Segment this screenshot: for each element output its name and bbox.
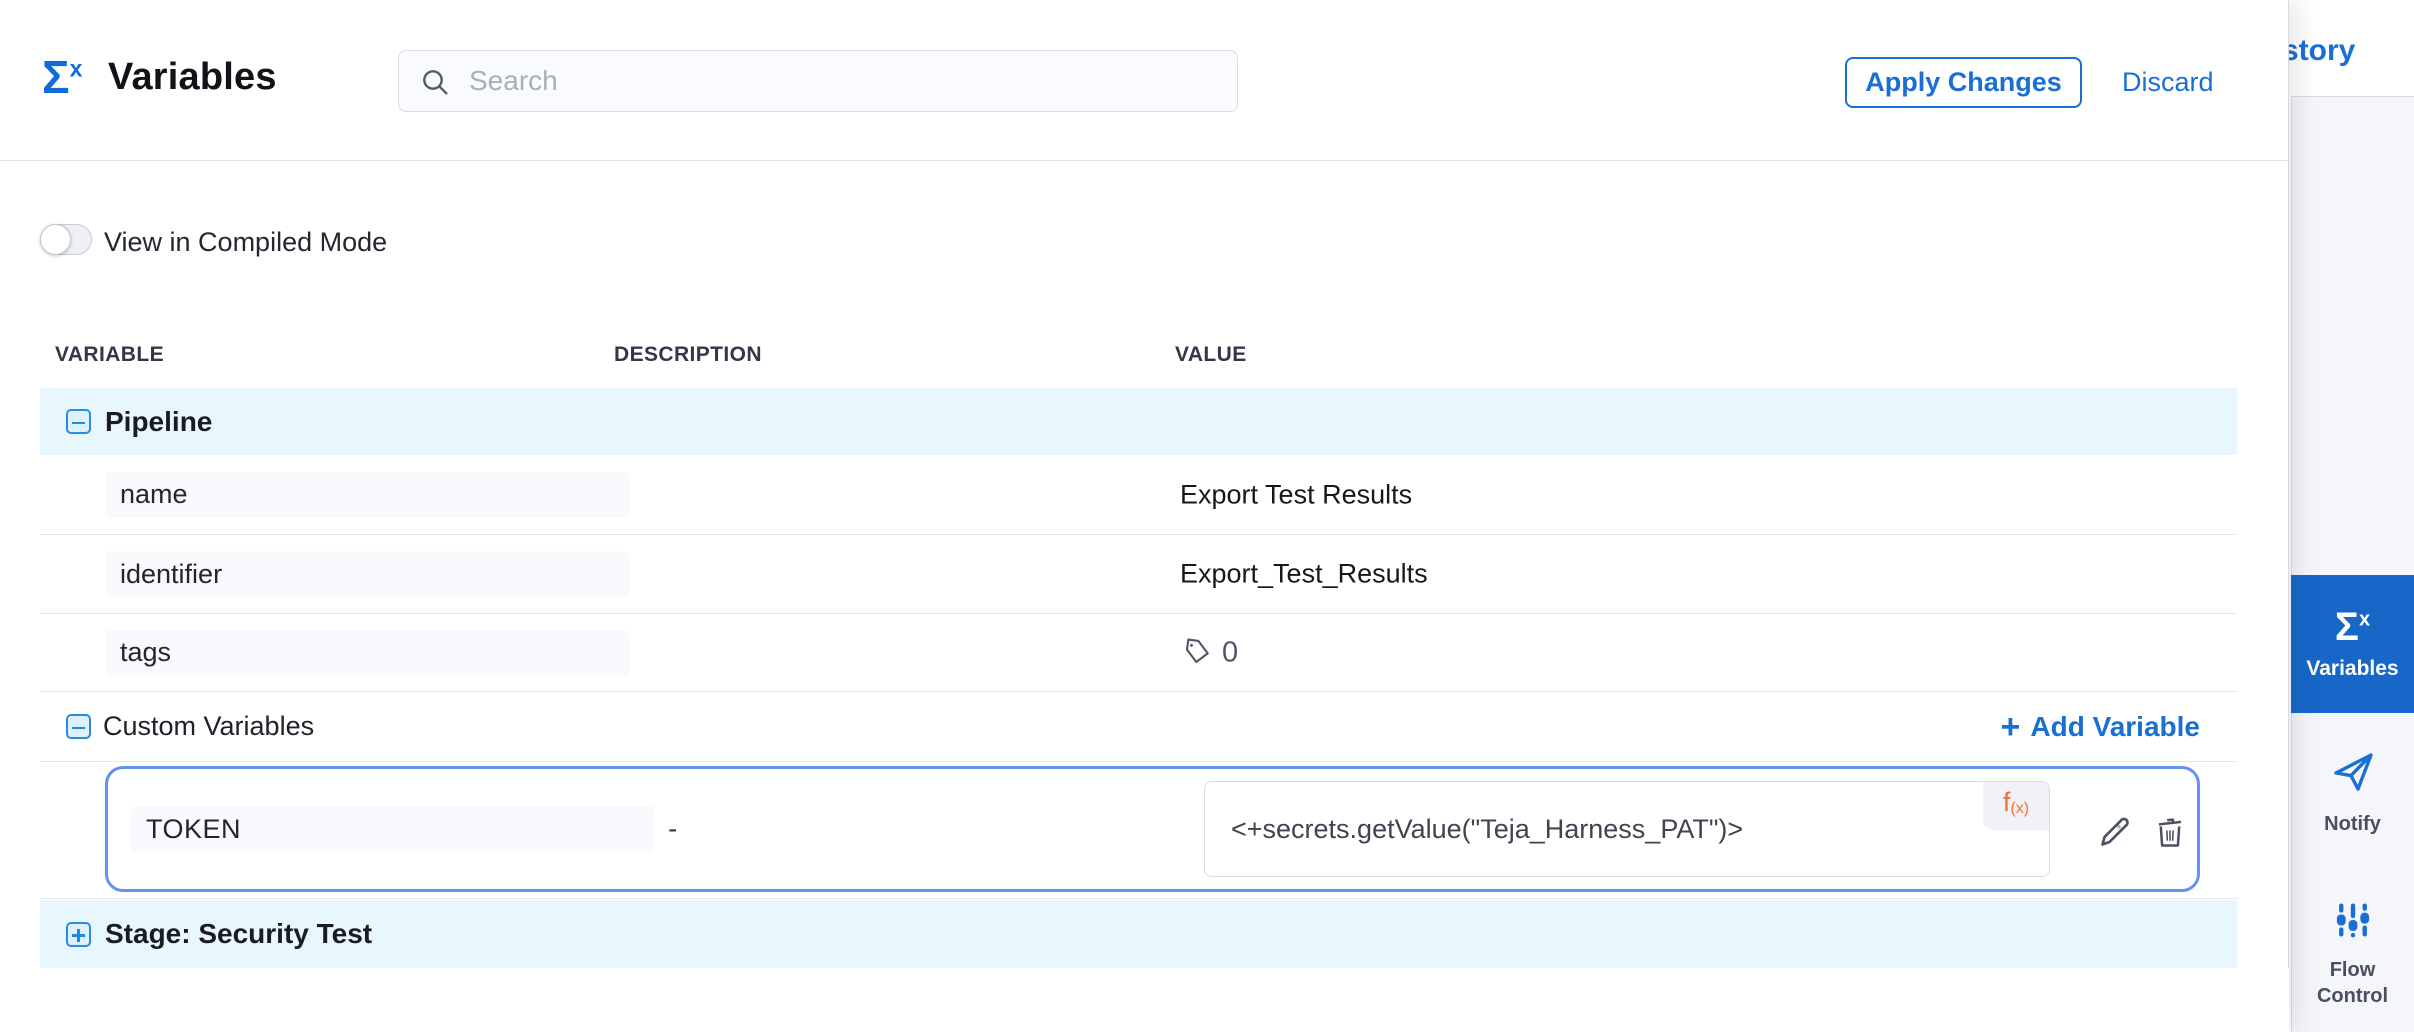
collapse-minus-icon[interactable]: [66, 409, 91, 434]
sliders-icon: [2331, 898, 2375, 947]
sigma-x-icon: Σx: [42, 54, 82, 100]
section-pipeline: Pipeline: [40, 388, 2237, 455]
plus-icon: +: [2001, 710, 2021, 744]
section-label: Custom Variables: [103, 711, 314, 742]
column-header-description: DESCRIPTION: [614, 343, 762, 367]
variable-name: tags: [120, 637, 171, 668]
paper-plane-icon: [2329, 748, 2377, 801]
section-stage-security-test: Stage: Security Test: [40, 900, 2237, 968]
section-label: Pipeline: [105, 406, 212, 438]
custom-variable-row-zone: TOKEN - <+secrets.getValue("Teja_Harness…: [40, 762, 2237, 899]
table-row: name Export Test Results: [40, 455, 2237, 535]
tag-icon: [1180, 637, 1212, 669]
tags-count: 0: [1222, 636, 1238, 669]
studio-right-toolbar: [2291, 96, 2414, 1032]
section-label: Stage: Security Test: [105, 918, 372, 950]
expression-value: <+secrets.getValue("Teja_Harness_PAT")>: [1231, 782, 1743, 876]
variable-name: name: [120, 479, 188, 510]
sidebar-item-notify[interactable]: Notify: [2291, 748, 2414, 837]
panel-bottom-space: [0, 968, 2289, 1032]
delete-variable-button[interactable]: [2148, 810, 2192, 854]
variables-panel: Σx Variables Apply Changes Discard View …: [0, 0, 2289, 1032]
page-title: Variables: [108, 56, 277, 99]
history-link-clipped[interactable]: story: [2282, 34, 2355, 68]
variable-name: TOKEN: [146, 814, 241, 845]
toggle-knob: [40, 224, 71, 255]
variable-name-chip: TOKEN: [131, 806, 655, 852]
sidebar-item-label: Notify: [2324, 811, 2381, 837]
fx-expression-badge[interactable]: f(x): [1983, 782, 2049, 830]
column-header-value: VALUE: [1175, 343, 1247, 367]
variable-value: Export_Test_Results: [1180, 559, 1428, 590]
apply-changes-button[interactable]: Apply Changes: [1845, 57, 2082, 108]
compiled-mode-toggle[interactable]: [40, 224, 92, 255]
sidebar-item-flow-control[interactable]: Flow Control: [2291, 898, 2414, 1009]
expand-plus-icon[interactable]: [66, 922, 91, 947]
screen: story Σx Variables Notify Flow Control Σ…: [0, 0, 2414, 1032]
sigma-x-icon: Σx: [2335, 607, 2370, 647]
panel-header: Σx Variables Apply Changes Discard: [0, 0, 2288, 161]
search-input[interactable]: [467, 51, 1217, 111]
search-box: [398, 50, 1238, 112]
pencil-icon: [2095, 812, 2135, 852]
tags-value: 0: [1180, 636, 1238, 669]
edit-variable-button[interactable]: [2093, 810, 2137, 854]
sidebar-item-variables[interactable]: Σx Variables: [2291, 575, 2414, 713]
variable-name-chip: name: [105, 472, 629, 518]
variable-value: Export Test Results: [1180, 479, 1412, 510]
add-variable-button[interactable]: + Add Variable: [2001, 710, 2200, 744]
section-custom-variables: Custom Variables + Add Variable: [40, 692, 2237, 762]
discard-button[interactable]: Discard: [2122, 67, 2214, 98]
search-icon: [419, 66, 451, 98]
variable-value-input[interactable]: <+secrets.getValue("Teja_Harness_PAT")> …: [1204, 781, 2050, 877]
variable-name-chip: tags: [105, 630, 629, 676]
table-row: identifier Export_Test_Results: [40, 535, 2237, 614]
collapse-minus-icon[interactable]: [66, 714, 91, 739]
variable-description: -: [668, 813, 677, 845]
variable-name: identifier: [120, 559, 222, 590]
trash-icon: [2151, 813, 2189, 851]
sidebar-item-label: Variables: [2306, 657, 2398, 681]
sidebar-item-label: Flow Control: [2308, 957, 2398, 1009]
table-row: tags 0: [40, 614, 2237, 692]
custom-variable-row-selected[interactable]: TOKEN - <+secrets.getValue("Teja_Harness…: [105, 766, 2200, 892]
compiled-mode-label: View in Compiled Mode: [104, 227, 387, 258]
variable-name-chip: identifier: [105, 551, 629, 597]
column-header-variable: VARIABLE: [55, 343, 164, 367]
